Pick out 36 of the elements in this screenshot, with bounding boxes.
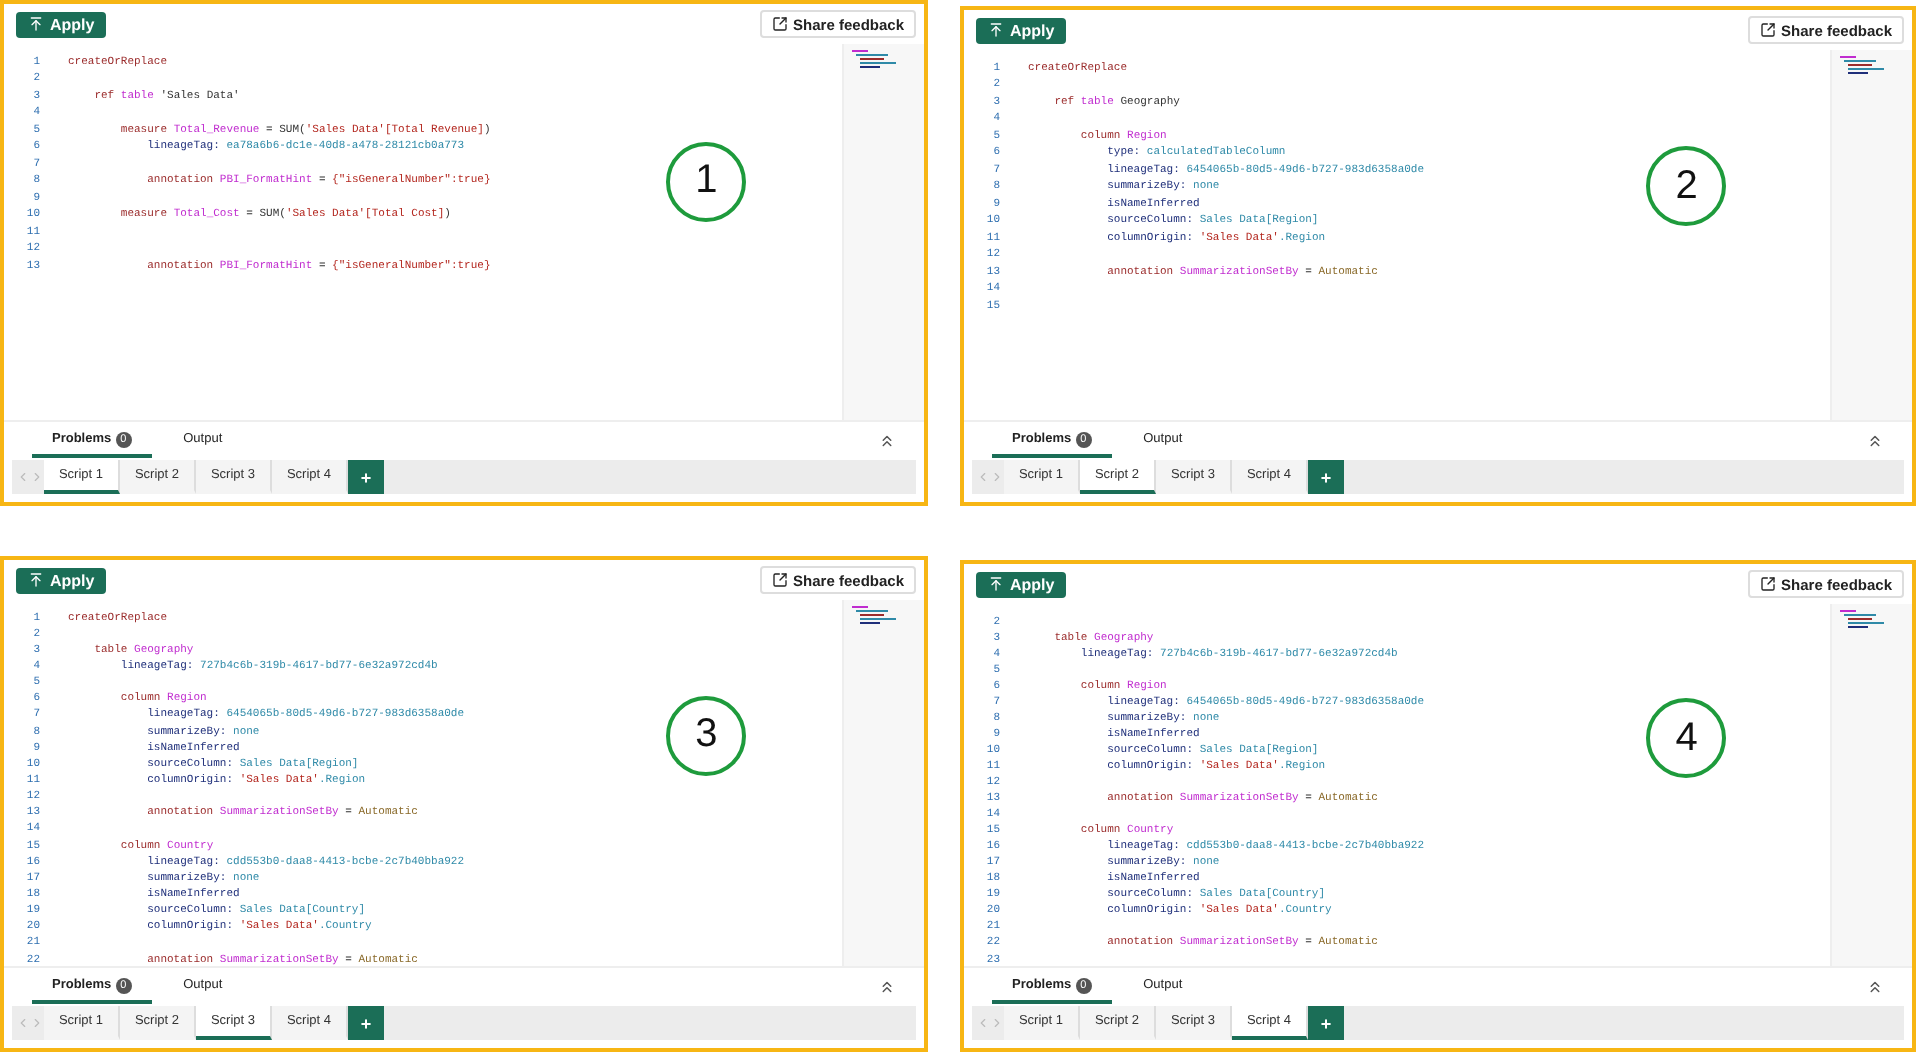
- collapse-icon[interactable]: [878, 432, 896, 450]
- minimap-drawing[interactable]: [1830, 604, 1912, 966]
- scroll-right-icon[interactable]: [30, 1016, 44, 1030]
- apply-button[interactable]: Apply: [16, 11, 107, 37]
- scroll-left-icon[interactable]: [976, 1016, 990, 1030]
- upload-icon: [28, 16, 44, 32]
- apply-button[interactable]: Apply: [976, 17, 1067, 43]
- add-script-button[interactable]: +: [348, 1006, 384, 1040]
- scroll-right-icon[interactable]: [990, 1016, 1004, 1030]
- minimap-drawing[interactable]: [842, 600, 924, 966]
- scroll-left-icon[interactable]: [16, 470, 30, 484]
- apply-button[interactable]: Apply: [976, 571, 1067, 597]
- step-number-marker: 4: [1646, 698, 1727, 779]
- collapse-icon[interactable]: [1866, 432, 1884, 450]
- add-script-button[interactable]: +: [348, 460, 384, 494]
- external-link-icon: [1759, 22, 1776, 38]
- add-script-button[interactable]: +: [1308, 1006, 1344, 1040]
- upload-icon: [28, 572, 44, 588]
- external-link-icon: [1759, 576, 1776, 592]
- scroll-right-icon[interactable]: [990, 470, 1004, 484]
- step-number-marker: 1: [666, 141, 747, 222]
- step-number-marker: 2: [1646, 146, 1727, 227]
- collapse-icon[interactable]: [878, 978, 896, 996]
- collapse-icon[interactable]: [1866, 978, 1884, 996]
- scroll-right-icon[interactable]: [30, 470, 44, 484]
- apply-button[interactable]: Apply: [16, 567, 107, 593]
- scroll-left-icon[interactable]: [976, 470, 990, 484]
- external-link-icon: [771, 572, 788, 588]
- add-script-button[interactable]: +: [1308, 460, 1344, 494]
- upload-icon: [988, 576, 1004, 592]
- external-link-icon: [771, 16, 788, 32]
- minimap-drawing[interactable]: [842, 44, 924, 420]
- upload-icon: [988, 22, 1004, 38]
- scroll-left-icon[interactable]: [16, 1016, 30, 1030]
- step-number-marker: 3: [666, 695, 747, 776]
- minimap-drawing[interactable]: [1830, 50, 1912, 420]
